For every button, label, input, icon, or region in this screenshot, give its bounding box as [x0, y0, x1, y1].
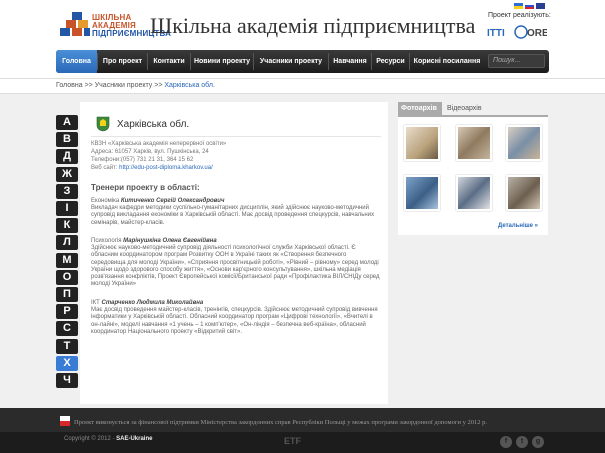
media-tabs: Фотоархів Відеоархів	[398, 102, 548, 115]
poland-flag-icon	[60, 416, 70, 426]
alphabet-letter[interactable]: А	[56, 115, 78, 130]
more-photos-link[interactable]: Детальніше »	[498, 223, 538, 229]
flag-en-icon[interactable]	[536, 3, 545, 9]
trainer-bio: Має досвід проведення майстер-класів, тр…	[91, 307, 378, 335]
nav-useful-links[interactable]: Корисні посилання	[410, 50, 484, 73]
alphabet-letter[interactable]: П	[56, 287, 78, 302]
trainer-subject: Психологія	[91, 238, 122, 244]
tab-video-archive[interactable]: Відеоархів	[444, 102, 492, 115]
alphabet-letter[interactable]: Х	[56, 355, 78, 371]
alphabet-letter[interactable]: Р	[56, 304, 78, 320]
trainer-name: Китиченко Сергій Олександрович	[120, 198, 225, 204]
facebook-icon[interactable]: f	[500, 436, 512, 448]
copyright-text: Copyright © 2012 -	[64, 436, 115, 442]
photo-thumbnail[interactable]	[404, 125, 440, 161]
copyright-org-link[interactable]: SAE-Ukraine	[116, 436, 152, 442]
language-flags	[514, 3, 548, 10]
org-address: Адреса: 61057 Харків, вул. Пушкінська, 2…	[91, 149, 209, 155]
alphabet-letter[interactable]: В	[56, 132, 78, 148]
photo-thumbnail[interactable]	[456, 175, 492, 211]
trainer-card: Психологія Марінушкіна Олена Євгенійвна …	[91, 238, 381, 288]
site-title: Шкільна академія підприємництва	[150, 13, 476, 38]
alphabet-letter[interactable]: С	[56, 321, 78, 337]
breadcrumb-current: Харківська обл.	[164, 82, 215, 89]
alphabet-letter[interactable]: І	[56, 201, 78, 216]
trainer-name: Марінушкіна Олена Євгенійвна	[123, 238, 217, 244]
partner-logos: ITTI ORE	[487, 25, 547, 39]
itti-logo[interactable]: ITTI	[487, 28, 505, 39]
photo-thumbnail[interactable]	[404, 175, 440, 211]
alphabet-letter[interactable]: Д	[56, 149, 78, 165]
nav-about[interactable]: Про проект	[98, 50, 147, 73]
alphabet-letter[interactable]: М	[56, 252, 78, 268]
copyright: Copyright © 2012 - SAE-Ukraine	[64, 436, 152, 442]
flag-ua-icon[interactable]	[514, 3, 523, 9]
alphabet-letter[interactable]: Л	[56, 235, 78, 251]
trainer-name: Старченко Людмила Миколайвна	[101, 300, 204, 306]
nav-contacts[interactable]: Контакти	[148, 50, 190, 73]
flag-ru-icon[interactable]	[525, 3, 534, 9]
org-name: КВЗН «Харківська академія неперервної ос…	[91, 141, 227, 147]
etf-logo[interactable]: ETF	[284, 436, 301, 446]
tab-photo-archive[interactable]: Фотоархів	[398, 102, 442, 115]
twitter-icon[interactable]: t	[516, 436, 528, 448]
alphabet-letter[interactable]: З	[56, 183, 78, 199]
trainer-subject: ІКТ	[91, 300, 100, 306]
search-input[interactable]: Пошук...	[488, 54, 545, 68]
breadcrumb-sep: >>	[84, 82, 93, 89]
nav-resources[interactable]: Ресурси	[372, 50, 409, 73]
breadcrumb-sep: >>	[154, 82, 163, 89]
breadcrumb-participants[interactable]: Учасники проекту	[95, 82, 153, 89]
region-panel: Харківська обл. КВЗН «Харківська академі…	[80, 102, 388, 404]
alphabet-letter[interactable]: Ч	[56, 373, 78, 388]
breadcrumb: Головна >> Учасники проекту >> Харківськ…	[56, 82, 215, 89]
alphabet-letter[interactable]: О	[56, 269, 78, 285]
trainer-card: ІКТ Старченко Людмила Миколайвна Має дос…	[91, 300, 381, 336]
nav-home[interactable]: Головна	[56, 50, 97, 73]
org-phones: Телефони:(057) 731 21 31, 364 15 62	[91, 157, 194, 163]
photo-thumbnail[interactable]	[456, 125, 492, 161]
alphabet-letter[interactable]: Ж	[56, 166, 78, 182]
ore-logo[interactable]: ORE	[527, 28, 547, 39]
site-header: ШКІЛЬНА АКАДЕМІЯ ПІДПРИЄМНИЦТВА Шкільна …	[0, 0, 605, 50]
breadcrumb-home[interactable]: Головна	[56, 82, 83, 89]
alphabet-letter[interactable]: К	[56, 218, 78, 234]
nav-training[interactable]: Навчання	[329, 50, 371, 73]
photo-thumbnail[interactable]	[506, 175, 542, 211]
website-label: Веб сайт:	[91, 165, 118, 171]
trainers-heading: Тренери проекту в області:	[91, 183, 200, 192]
region-title: Харківська обл.	[117, 119, 190, 130]
trainer-card: Економіка Китиченко Сергій Олександрович…	[91, 198, 381, 227]
alphabet-letter[interactable]: Т	[56, 338, 78, 354]
nav-participants[interactable]: Учасники проекту	[254, 50, 328, 73]
trainer-bio: Здійснює науково-методичний супровід дія…	[91, 245, 380, 288]
google-plus-icon[interactable]: g	[532, 436, 544, 448]
photo-thumbnail[interactable]	[506, 125, 542, 161]
trainer-subject: Економіка	[91, 198, 120, 204]
project-implementers-label: Проект реалізують:	[488, 12, 551, 19]
trainer-bio: Викладач кафедри методики суспільно-гума…	[91, 205, 375, 226]
region-contact-info: КВЗН «Харківська академія неперервної ос…	[91, 140, 226, 172]
footer-funding-note: Проект виконується за фінансової підтрим…	[74, 419, 487, 426]
nav-news[interactable]: Новини проекту	[191, 50, 253, 73]
main-navigation: Головна Про проект Контакти Новини проек…	[56, 50, 549, 73]
region-coat-of-arms-icon	[96, 116, 110, 132]
divider	[0, 78, 605, 79]
photo-gallery	[398, 115, 548, 235]
website-link[interactable]: http://edu-post-diploma.kharkov.ua/	[119, 165, 213, 171]
divider	[91, 136, 381, 137]
